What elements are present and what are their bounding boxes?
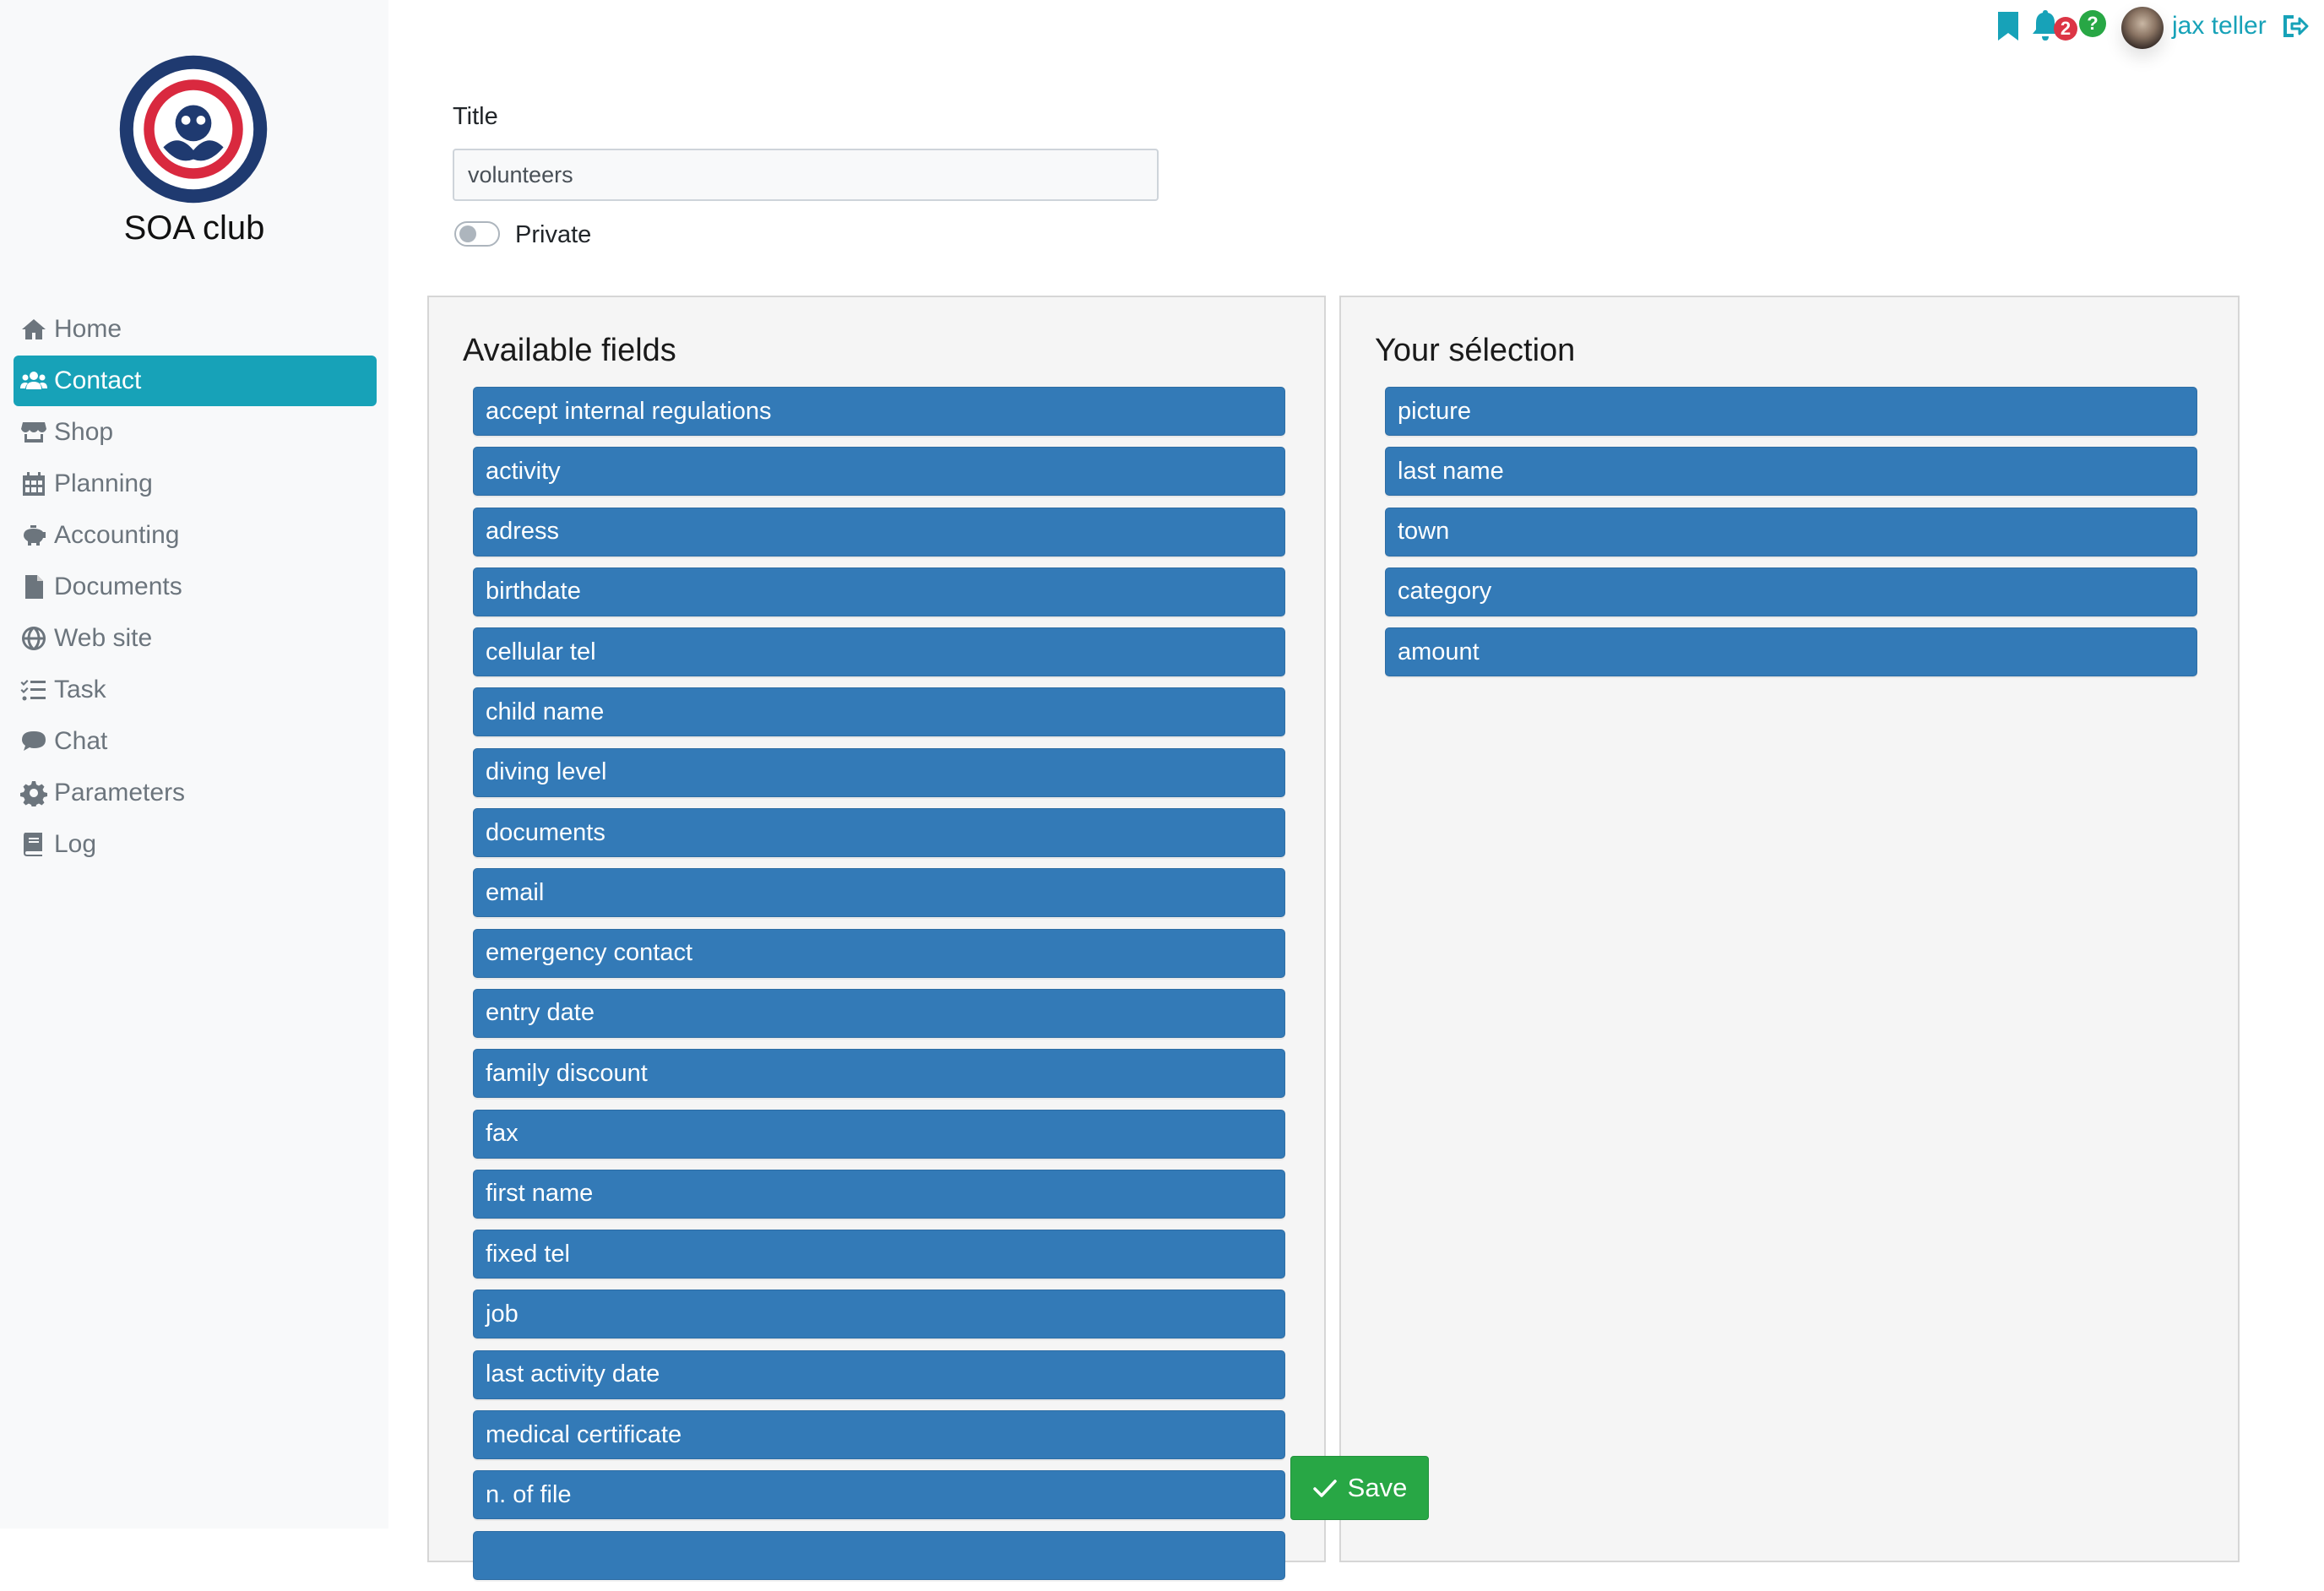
users-icon <box>20 367 54 395</box>
gear-icon <box>20 779 54 807</box>
file-icon <box>20 573 54 601</box>
selected-field[interactable]: amount <box>1385 627 2197 677</box>
available-field[interactable]: adress <box>473 507 1285 557</box>
help-badge[interactable]: ? <box>2079 10 2106 37</box>
sidebar-item-planning[interactable]: Planning <box>14 459 377 509</box>
available-field[interactable]: job <box>473 1290 1285 1339</box>
sidebar-item-documents[interactable]: Documents <box>14 562 377 612</box>
sidebar-item-home[interactable]: Home <box>14 304 377 355</box>
club-name: SOA club <box>123 209 265 247</box>
available-fields-panel: Available fields accept internal regulat… <box>427 296 1326 1580</box>
sidebar-item-task[interactable]: Task <box>14 665 377 715</box>
home-icon <box>20 315 54 344</box>
sidebar-item-log[interactable]: Log <box>14 819 377 870</box>
avatar[interactable] <box>2121 7 2164 49</box>
selection-list: picture last name town category amount <box>1385 387 2197 687</box>
toggle-knob <box>459 225 476 242</box>
available-field[interactable]: child name <box>473 687 1285 737</box>
sidebar-item-label: Documents <box>54 573 182 600</box>
selection-title: Your sélection <box>1375 333 1576 368</box>
check-icon <box>1312 1480 1337 1497</box>
available-field[interactable]: emergency contact <box>473 928 1285 978</box>
selected-field[interactable]: picture <box>1385 387 2197 436</box>
available-field[interactable]: activity <box>473 447 1285 497</box>
sidebar-item-label: Web site <box>54 624 153 652</box>
available-field[interactable]: fixed tel <box>473 1230 1285 1279</box>
sidebar-nav: Home Contact Shop Planning Accounting Do… <box>14 304 377 871</box>
sidebar-item-label: Accounting <box>54 521 180 549</box>
selected-field[interactable]: category <box>1385 567 2197 616</box>
available-field[interactable]: documents <box>473 808 1285 858</box>
sidebar-item-chat[interactable]: Chat <box>14 716 377 767</box>
sidebar-item-label: Contact <box>54 367 142 394</box>
sidebar-item-label: Log <box>54 830 97 858</box>
save-button[interactable]: Save <box>1290 1456 1429 1520</box>
sidebar-item-label: Task <box>54 676 106 703</box>
available-field[interactable]: diving level <box>473 747 1285 797</box>
store-icon <box>20 418 54 447</box>
save-label: Save <box>1347 1473 1408 1502</box>
available-field[interactable]: accept internal regulations <box>473 387 1285 436</box>
sidebar-item-contact[interactable]: Contact <box>14 356 377 406</box>
title-label: Title <box>453 103 498 130</box>
book-icon <box>20 830 54 859</box>
available-field[interactable]: entry date <box>473 988 1285 1038</box>
bookmark-icon[interactable] <box>1996 10 2020 42</box>
sidebar-item-label: Planning <box>54 470 153 497</box>
selected-field[interactable]: last name <box>1385 447 2197 497</box>
available-field[interactable]: last activity date <box>473 1349 1285 1399</box>
tasks-icon <box>20 676 54 704</box>
available-field[interactable]: n. of file <box>473 1470 1285 1520</box>
sidebar-item-label: Parameters <box>54 779 186 806</box>
available-field[interactable]: cellular tel <box>473 627 1285 677</box>
sidebar-item-website[interactable]: Web site <box>14 613 377 664</box>
selected-field[interactable]: town <box>1385 507 2197 557</box>
notification-badge[interactable]: 2 <box>2054 17 2077 41</box>
available-fields-list: accept internal regulations activity adr… <box>473 387 1285 1591</box>
club-logo[interactable] <box>118 54 269 204</box>
user-name-link[interactable]: jax teller <box>2172 12 2267 41</box>
sidebar-item-label: Home <box>54 315 122 343</box>
calendar-icon <box>20 470 54 498</box>
sidebar-item-shop[interactable]: Shop <box>14 407 377 458</box>
available-field[interactable]: birthdate <box>473 567 1285 616</box>
logout-icon[interactable] <box>2280 12 2309 41</box>
available-field[interactable]: medical certificate <box>473 1410 1285 1460</box>
comment-icon <box>20 727 54 756</box>
sidebar-item-parameters[interactable]: Parameters <box>14 768 377 818</box>
sidebar: SOA club Home Contact Shop Planning Acco… <box>0 0 388 1529</box>
globe-icon <box>20 624 54 653</box>
sidebar-item-accounting[interactable]: Accounting <box>14 510 377 561</box>
title-input[interactable] <box>453 149 1159 201</box>
private-label: Private <box>515 221 592 248</box>
available-field[interactable]: fax <box>473 1109 1285 1159</box>
sidebar-item-label: Chat <box>54 727 108 755</box>
available-field[interactable]: email <box>473 868 1285 918</box>
available-field[interactable]: family discount <box>473 1049 1285 1099</box>
sidebar-item-label: Shop <box>54 418 114 446</box>
piggy-bank-icon <box>20 521 54 550</box>
available-fields-title: Available fields <box>463 333 676 368</box>
available-field-partial[interactable] <box>473 1530 1285 1580</box>
available-field[interactable]: first name <box>473 1169 1285 1219</box>
selection-panel: Your sélection picture last name town ca… <box>1339 296 2240 1562</box>
private-toggle[interactable] <box>454 221 500 247</box>
